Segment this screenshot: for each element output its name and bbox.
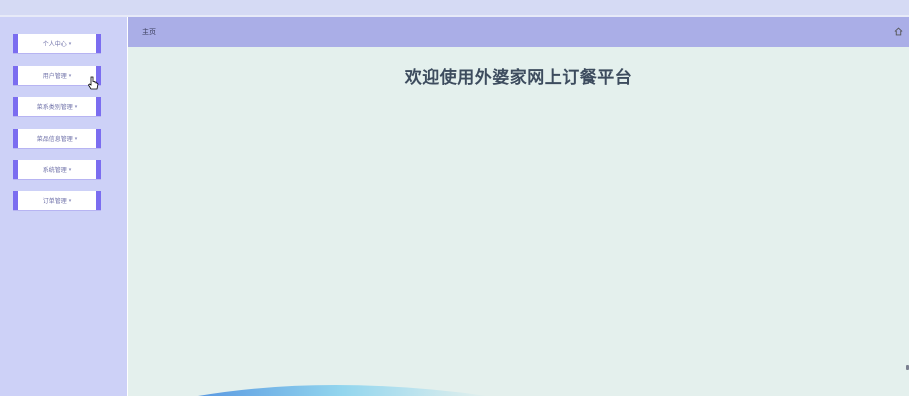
sidebar-item-label: 系统管理 [42, 167, 67, 174]
sidebar-item-label: 菜系类别管理 [36, 104, 73, 111]
sidebar-item-cuisine-category[interactable]: 菜系类别管理 ▾ [13, 97, 101, 116]
sidebar-item-dish-info[interactable]: 菜品信息管理 ▾ [13, 129, 101, 148]
decorative-wave [198, 385, 488, 396]
sidebar-item-personal-center[interactable]: 个人中心 ▾ [13, 34, 101, 53]
sidebar-item-label: 用户管理 [42, 73, 67, 80]
sidebar-item-system-management[interactable]: 系统管理 ▾ [13, 160, 101, 179]
page-title: 欢迎使用外婆家网上订餐平台 [404, 68, 633, 88]
chevron-down-icon: ▾ [68, 40, 72, 47]
breadcrumb-bar: 主页 [128, 17, 909, 47]
top-strip [0, 0, 909, 17]
pointer-cursor-icon [88, 76, 99, 90]
chevron-down-icon: ▾ [74, 135, 78, 142]
main-content: 主页 欢迎使用外婆家网上订餐平台 [128, 17, 909, 396]
sidebar-item-label: 菜品信息管理 [36, 136, 73, 143]
sidebar-item-order-management[interactable]: 订单管理 ▾ [13, 191, 101, 210]
chevron-down-icon: ▾ [68, 166, 72, 173]
chevron-down-icon: ▾ [68, 72, 72, 79]
sidebar: 个人中心 ▾ 用户管理 ▾ 菜系类别管理 ▾ 菜品信息管理 ▾ 系统管理 ▾ 订… [0, 17, 127, 396]
chevron-down-icon: ▾ [68, 197, 72, 204]
sidebar-item-label: 个人中心 [42, 41, 67, 48]
chevron-down-icon: ▾ [74, 103, 78, 110]
sidebar-item-label: 订单管理 [42, 198, 67, 205]
breadcrumb[interactable]: 主页 [142, 27, 156, 37]
home-icon[interactable] [894, 27, 903, 36]
